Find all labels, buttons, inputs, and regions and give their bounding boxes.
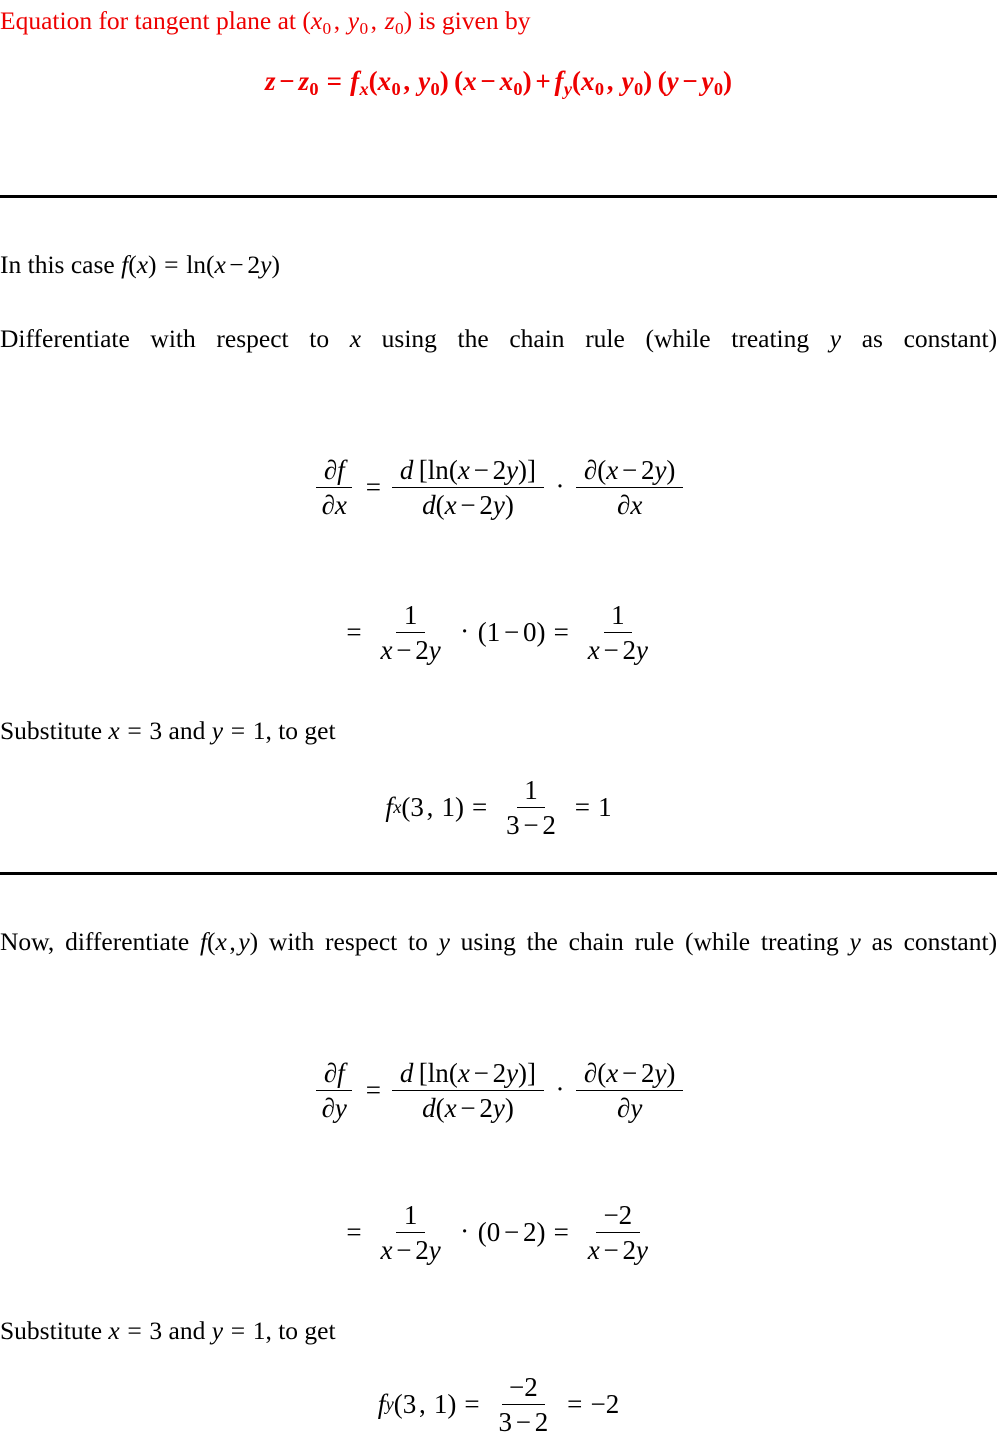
- instr-x-var-b: y: [829, 324, 842, 353]
- tangent-plane-formula: z − z0 = fx(x0, y0) (x − x0) + fy(x0, y0) (y − y0): [0, 66, 997, 100]
- case-function-line: In this case f(x) = ln(x −2y): [0, 246, 997, 283]
- instr-y-p11: treating: [760, 927, 839, 956]
- instr-y-p13: constant): [903, 927, 997, 956]
- instr-x-p4: to: [309, 324, 330, 353]
- instr-y-p9: rule: [634, 927, 675, 956]
- chain-rule-equation-x: ∂f ∂x = d [ln(x −2y)] d(x −2y) · ∂(x −2y) ∂…: [0, 455, 997, 520]
- instr-y-p8: chain: [568, 927, 624, 956]
- one-over-x-minus-2y-a: 1 x −2y: [380, 600, 441, 666]
- substitute-line-y: Substitute x = 3 and y = 1, to get: [0, 1312, 997, 1349]
- subst-y-assign-y: y = 1: [211, 1316, 266, 1345]
- one-over-3-minus-2: 1 3−2: [506, 775, 556, 841]
- horizontal-rule-top: [0, 195, 997, 198]
- factor-x: (1−0): [477, 617, 546, 648]
- tangent-plane-intro: Equation for tangent plane at (x0, y0, z…: [0, 4, 997, 40]
- instr-x-p6: the: [457, 324, 489, 353]
- chain-rule-equation-y: ∂f ∂y = d [ln(x −2y)] d(x −2y) · ∂(x −2y) ∂…: [0, 1058, 997, 1123]
- d-ln-over-d-u-y: d [ln(x −2y)] d(x −2y): [392, 1058, 544, 1123]
- instr-x-p8: rule: [585, 324, 625, 353]
- partial-f-partial-y: ∂f ∂y: [314, 1058, 354, 1123]
- one-over-x-minus-2y-c: 1 x −2y: [380, 1200, 441, 1266]
- instr-y-var-b: y: [849, 927, 861, 956]
- partial-f-partial-x: ∂f ∂x: [314, 455, 354, 520]
- simplified-x-body: = 1 x −2y · (1−0) = 1 x −2y: [338, 600, 658, 665]
- subst-y-lead: Substitute: [0, 1316, 103, 1345]
- instr-y-p2: differentiate: [65, 927, 190, 956]
- result-fx-body: f x(3, 1) = 1 3−2 = 1: [385, 775, 612, 841]
- tangent-plane-formula-body: z − z0 = fx(x0, y0) (x − x0) + fy(x0, y0) (y − y0): [265, 66, 732, 100]
- chain-rule-y-body: ∂f ∂y = d [ln(x −2y)] d(x −2y) · ∂(x −2y) ∂…: [311, 1058, 686, 1123]
- simplified-y-body: = 1 x −2y · (0−2) = −2 x −2y: [338, 1200, 658, 1265]
- instr-y-p5: to: [407, 927, 428, 956]
- instr-y-p10: (while: [684, 927, 751, 956]
- simplified-equation-y: = 1 x −2y · (0−2) = −2 x −2y: [0, 1200, 997, 1265]
- instr-y-var-a: y: [438, 927, 450, 956]
- one-over-x-minus-2y-b: 1 x −2y: [587, 600, 648, 666]
- instr-x-p1: Differentiate: [0, 324, 130, 353]
- subst-y-conj: and: [168, 1316, 206, 1345]
- minus-two-over-3-minus-2: −2 3−2: [498, 1372, 549, 1438]
- subst-x-assign-x: x = 3: [108, 716, 163, 745]
- instr-x-p10: treating: [731, 324, 810, 353]
- instr-x-p3: respect: [216, 324, 289, 353]
- substitute-line-x: Substitute x = 3 and y = 1, to get: [0, 712, 997, 749]
- fx-value: 1: [598, 792, 612, 823]
- subst-x-tail: , to get: [265, 716, 336, 745]
- instr-x-p11: as: [861, 324, 883, 353]
- simplified-equation-x: = 1 x −2y · (1−0) = 1 x −2y: [0, 600, 997, 665]
- instr-y-p1: Now,: [0, 927, 55, 956]
- instr-y-p3: with: [268, 927, 315, 956]
- intro-point: (x0, y0, z0): [302, 6, 413, 38]
- document-page: Equation for tangent plane at (x0, y0, z…: [0, 0, 997, 1441]
- factor-y: (0−2): [477, 1217, 546, 1248]
- partial-u-partial-y: ∂(x −2y) ∂y: [576, 1058, 683, 1123]
- subst-x-assign-y: y = 1: [211, 716, 266, 745]
- instr-y-func: f(x,y): [199, 927, 259, 956]
- fy-value: −2: [590, 1389, 620, 1420]
- subst-y-assign-x: x = 3: [108, 1316, 163, 1345]
- instr-y-p12: as: [871, 927, 893, 956]
- partial-u-partial-x: ∂(x −2y) ∂x: [576, 455, 683, 520]
- intro-prefix: Equation for tangent plane at: [0, 6, 296, 35]
- instr-x-p9: (while: [645, 324, 711, 353]
- intro-suffix: is given by: [418, 6, 531, 35]
- case-line-prefix: In this case: [0, 250, 115, 279]
- instr-x-p12: constant): [903, 324, 997, 353]
- instr-x-p2: with: [150, 324, 196, 353]
- instr-y-p4: respect: [325, 927, 398, 956]
- result-equation-fy: f y(3, 1) = −2 3−2 = −2: [0, 1372, 997, 1437]
- result-equation-fx: f x(3, 1) = 1 3−2 = 1: [0, 775, 997, 840]
- instr-x-p7: chain: [509, 324, 565, 353]
- instr-y-p6: using: [460, 927, 516, 956]
- subst-y-tail: , to get: [265, 1316, 336, 1345]
- instr-y-p7: the: [526, 927, 558, 956]
- instruction-differentiate-x: Differentiate with respect to x using th…: [0, 320, 997, 395]
- result-fy-body: f y(3, 1) = −2 3−2 = −2: [377, 1372, 620, 1438]
- subst-x-conj: and: [168, 716, 206, 745]
- minus-two-over-x-minus-2y: −2 x −2y: [587, 1200, 648, 1266]
- instr-x-p5: using: [381, 324, 437, 353]
- horizontal-rule-middle: [0, 872, 997, 875]
- chain-rule-x-body: ∂f ∂x = d [ln(x −2y)] d(x −2y) · ∂(x −2y) ∂…: [311, 455, 686, 520]
- instr-x-var-a: x: [349, 324, 362, 353]
- subst-x-lead: Substitute: [0, 716, 103, 745]
- instruction-differentiate-y: Now, differentiate f(x,y) with respect t…: [0, 923, 997, 998]
- d-ln-over-d-u-x: d [ln(x −2y)] d(x −2y): [392, 455, 544, 520]
- case-function-math: f(x) = ln(x −2y): [121, 250, 280, 279]
